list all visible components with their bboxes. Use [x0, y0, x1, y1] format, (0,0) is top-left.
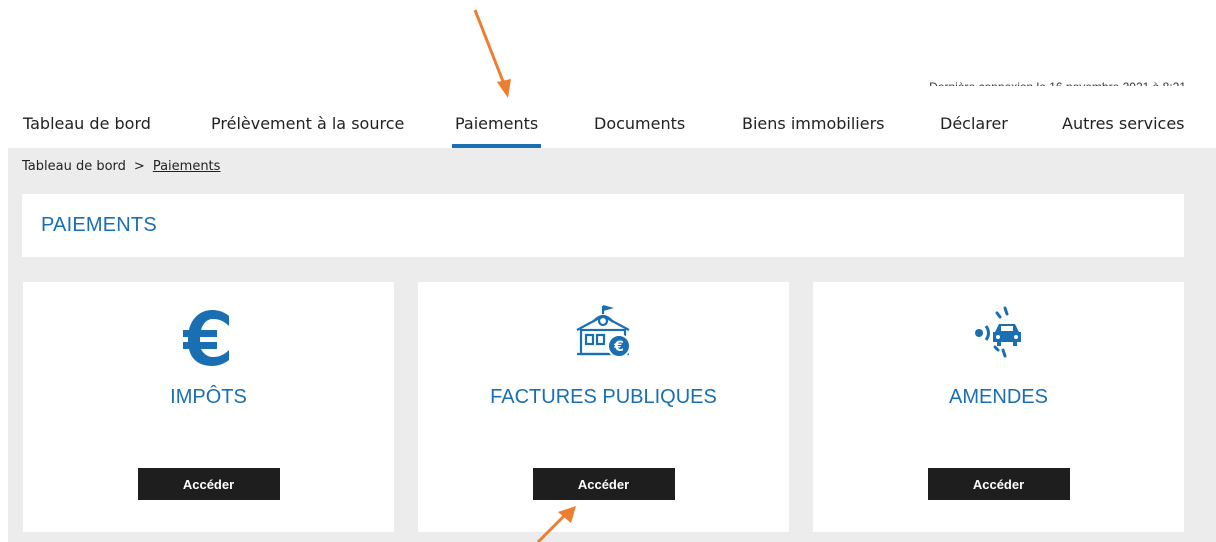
page-title-box: PAIEMENTS [22, 194, 1184, 257]
card-amendes: AMENDES Accéder [813, 282, 1184, 532]
main-nav: Tableau de bord Prélèvement à la source … [0, 106, 1216, 148]
breadcrumb-current[interactable]: Paiements [153, 159, 221, 174]
annotation-arrow-bottom [536, 506, 576, 542]
acceder-button-impots[interactable]: Accéder [137, 468, 280, 500]
breadcrumb-separator: > [133, 159, 145, 174]
acceder-button-factures-publiques[interactable]: Accéder [532, 468, 675, 500]
nav-item-paiements[interactable]: Paiements [451, 114, 542, 148]
nav-item-tableau-de-bord[interactable]: Tableau de bord [23, 114, 151, 133]
page-title: PAIEMENTS [41, 214, 157, 236]
nav-item-prelevement[interactable]: Prélèvement à la source [211, 114, 404, 133]
nav-item-autres-services[interactable]: Autres services [1062, 114, 1185, 133]
card-title-impots: IMPÔTS [170, 386, 247, 408]
card-title-amendes: AMENDES [949, 386, 1048, 408]
card-impots: IMPÔTS Accéder [23, 282, 394, 532]
nav-item-biens-immobiliers[interactable]: Biens immobiliers [742, 114, 884, 133]
card-factures-publiques: € FACTURES PUBLIQUES Accéder [418, 282, 789, 532]
main-content: Tableau de bord > Paiements PAIEMENTS IMPÔ… [8, 148, 1216, 542]
speed-camera-car-icon [974, 306, 1021, 358]
public-building-euro-icon: € [575, 304, 631, 358]
annotation-arrow-top [473, 9, 511, 98]
euro-icon [182, 310, 229, 366]
nav-item-declarer[interactable]: Déclarer [940, 114, 1008, 133]
breadcrumb-root[interactable]: Tableau de bord [22, 159, 126, 174]
breadcrumb: Tableau de bord > Paiements [22, 159, 220, 174]
acceder-button-amendes[interactable]: Accéder [927, 468, 1070, 500]
last-login-text: Dernière connexion le 16 novembre 2021 à… [929, 72, 1186, 86]
svg-text:€: € [613, 339, 624, 355]
card-title-factures-publiques: FACTURES PUBLIQUES [490, 386, 717, 408]
nav-item-documents[interactable]: Documents [594, 114, 685, 133]
